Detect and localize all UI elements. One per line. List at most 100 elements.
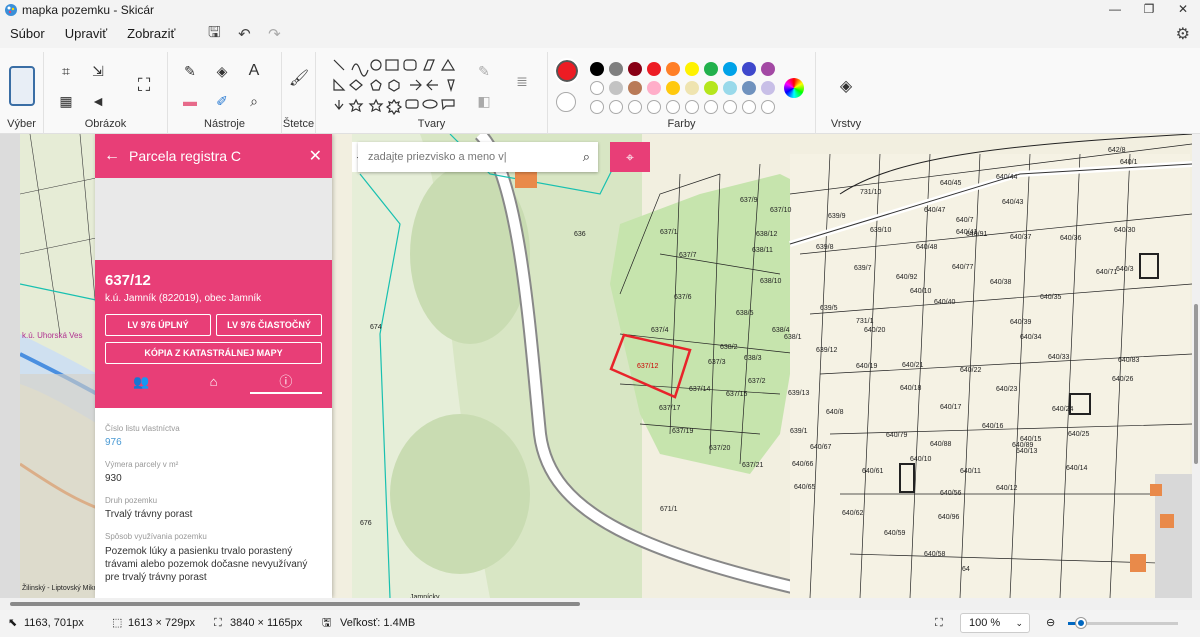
custom-color-slot[interactable] [590,100,604,114]
tools-group-label: Nástroje [204,118,245,130]
zoom-out-icon[interactable]: ⊖ [1046,610,1055,637]
color-swatch[interactable] [704,62,718,76]
area-label: Výmera parcely v m² [105,460,179,469]
back-arrow-icon[interactable]: ← [95,147,129,165]
custom-color-slot[interactable] [628,100,642,114]
custom-color-slot[interactable] [742,100,756,114]
shape-fill-icon[interactable]: ◧ [472,90,496,112]
map-parcel-label: 637/21 [742,462,764,469]
info-tab-icon[interactable]: ⓘ [249,370,322,394]
maximize-button[interactable]: ❐ [1132,0,1166,20]
map-parcel-label: 640/25 [1068,431,1090,438]
resize-icon[interactable]: ⇲ [86,60,110,82]
vertical-scroll-thumb[interactable] [1194,304,1198,464]
crop-icon[interactable]: ⌗ [54,60,78,82]
menu-edit[interactable]: Upraviť [55,20,117,48]
lv-partial-button[interactable]: LV 976 ČIASTOČNÝ [216,314,322,336]
undo-icon[interactable]: ↶ [229,25,259,43]
map-pin-button[interactable]: ⌖ [610,142,650,172]
color-swatch[interactable] [761,81,775,95]
custom-color-slot[interactable] [666,100,680,114]
map-parcel-label: 639/8 [816,244,834,251]
minimize-button[interactable]: — [1098,0,1132,20]
color-swatch[interactable] [723,81,737,95]
color-swatch[interactable] [647,62,661,76]
ownership-number-value[interactable]: 976 [105,437,322,448]
layers-icon[interactable]: ◈ [834,76,858,98]
color-swatch[interactable] [628,62,642,76]
color-swatch[interactable] [609,81,623,95]
color-swatch[interactable] [609,62,623,76]
redo-icon[interactable]: ↷ [259,25,289,43]
colors-group: Farby [548,52,816,134]
shape-style-icon[interactable]: ≣ [510,70,534,92]
lv-full-button[interactable]: LV 976 ÚPLNÝ [105,314,211,336]
rotate-icon[interactable]: ◄ [86,90,110,112]
magnifier-icon[interactable]: ⌕ [242,90,266,112]
menu-file[interactable]: Súbor [0,20,55,48]
map-parcel-label: 640/45 [940,180,962,187]
color-swatch[interactable] [704,81,718,95]
color-swatch[interactable] [742,81,756,95]
fit-to-window-icon[interactable]: ⛶ [935,610,943,637]
fill-bucket-icon[interactable]: ◈ [210,60,234,82]
save-icon[interactable]: 🖫 [199,22,229,47]
horizontal-scroll-thumb[interactable] [10,602,580,606]
color-swatch[interactable] [666,62,680,76]
edit-colors-icon[interactable] [784,78,804,98]
map-parcel-label: 637/15 [726,391,748,398]
search-icon[interactable]: ⌕ [583,142,590,172]
eraser-icon[interactable]: ▬ [178,90,202,112]
color-swatch[interactable] [590,62,604,76]
map-copy-button[interactable]: KÓPIA Z KATASTRÁLNEJ MAPY [105,342,322,364]
close-window-button[interactable]: ✕ [1166,0,1200,20]
remove-background-icon[interactable]: ⛶ [132,74,156,96]
menu-view[interactable]: Zobraziť [117,20,185,48]
pencil-icon[interactable]: ✎ [178,60,202,82]
owners-tab-icon[interactable]: 👥 [105,370,177,394]
color-swatch[interactable] [647,81,661,95]
custom-color-slot[interactable] [609,100,623,114]
map-parcel-label: 638/2 [720,344,738,351]
land-use-value: Pozemok lúky a pasienku trvalo porastený… [105,546,308,583]
color-swatch[interactable] [761,62,775,76]
map-parcel-label: 639/1 [790,428,808,435]
search-input[interactable]: zadajte priezvisko a meno v| ⌕ [358,142,598,172]
panel-close-icon[interactable]: ✕ [309,146,322,166]
shape-outline-icon[interactable]: ✎ [472,60,496,82]
vertical-scrollbar[interactable] [1192,134,1200,598]
building-tab-icon[interactable]: ⌂ [177,370,249,394]
custom-color-slot[interactable] [704,100,718,114]
map-parcel-label: 638/10 [760,278,782,285]
custom-color-slot[interactable] [647,100,661,114]
custom-color-slot[interactable] [761,100,775,114]
primary-color-swatch[interactable] [554,58,580,84]
settings-gear-icon[interactable]: ⚙ [1176,24,1190,44]
shapes-gallery[interactable] [330,56,460,120]
color-swatch[interactable] [685,81,699,95]
canvas-area[interactable]: 637/1 637/7 637/6 637/4 637/12 637/3 637/14 637… [0,134,1200,598]
map-parcel-label: 640/34 [1020,334,1042,341]
color-swatch[interactable] [685,62,699,76]
color-swatch[interactable] [666,81,680,95]
zoom-select[interactable]: 100 % ⌄ [960,613,1030,633]
zoom-slider[interactable] [1068,618,1178,628]
map-parcel-label: 640/39 [1010,319,1032,326]
custom-color-slot[interactable] [685,100,699,114]
brush-icon[interactable]: 🖌 [287,68,311,90]
map-parcel-label: 640/36 [1060,235,1082,242]
color-swatch[interactable] [723,62,737,76]
secondary-color-swatch[interactable] [556,92,576,112]
window-title: mapka pozemku - Skicár [22,3,155,17]
image-texture-icon[interactable]: ▦ [54,90,78,112]
color-swatch[interactable] [628,81,642,95]
select-tool-button[interactable] [9,66,35,106]
color-picker-icon[interactable]: ✐ [210,90,234,112]
color-swatch[interactable] [590,81,604,95]
file-size-icon: 🖫 [322,617,332,629]
color-swatch[interactable] [742,62,756,76]
horizontal-scrollbar[interactable] [0,598,1200,610]
text-tool-icon[interactable]: A [242,60,266,82]
custom-color-slot[interactable] [723,100,737,114]
map-parcel-label: 642/8 [1108,147,1126,154]
